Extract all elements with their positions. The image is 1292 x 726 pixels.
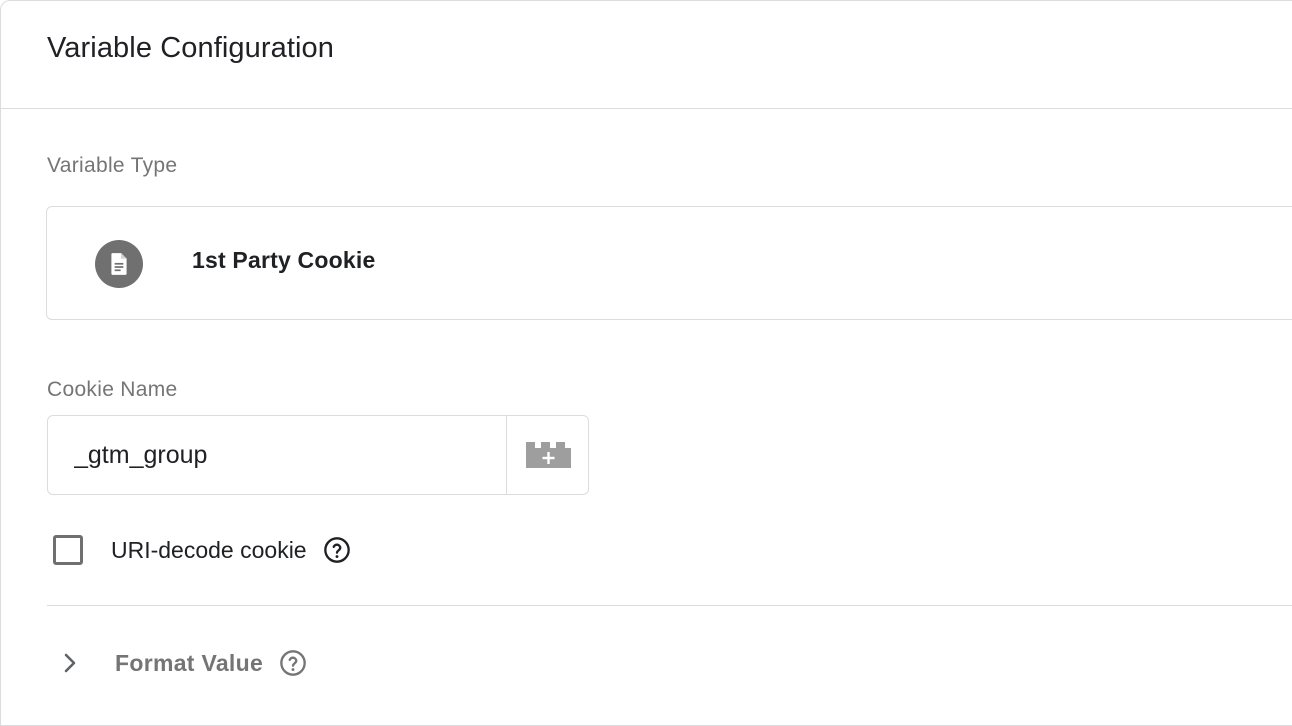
uri-decode-row: URI-decode cookie [53,532,351,568]
variable-configuration-card: Variable Configuration Variable Type 1st… [0,0,1292,726]
cookie-name-input[interactable] [48,416,506,494]
cookie-name-label: Cookie Name [47,378,178,401]
card-header: Variable Configuration [1,1,1292,109]
uri-decode-checkbox[interactable] [53,535,83,565]
variable-picker-button[interactable] [506,416,588,494]
format-value-help-icon[interactable] [279,649,307,677]
format-value-label: Format Value [115,649,264,676]
variable-type-name: 1st Party Cookie [192,247,376,273]
uri-decode-label: URI-decode cookie [111,536,307,563]
section-divider [47,605,1292,606]
cookie-name-field-group [47,415,589,495]
document-icon [95,240,143,288]
format-value-toggle[interactable]: Format Value [59,641,307,685]
help-circle-icon[interactable] [323,536,351,564]
variable-type-label: Variable Type [47,154,178,177]
variable-picker-icon [525,442,571,468]
variable-type-selector[interactable]: 1st Party Cookie [46,206,1292,320]
chevron-right-icon [59,650,81,676]
page-title: Variable Configuration [47,32,335,64]
